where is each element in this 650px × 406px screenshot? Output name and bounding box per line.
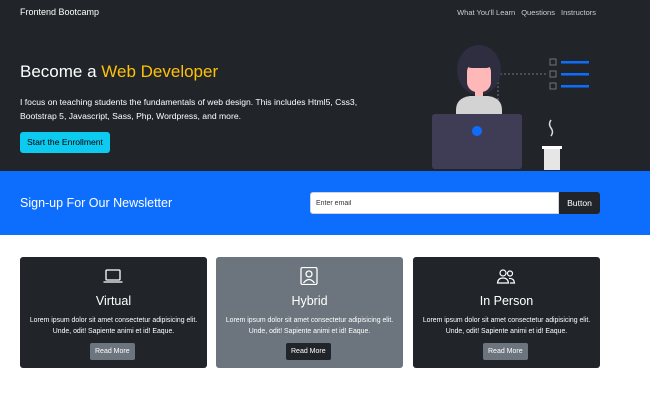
laptop-icon — [103, 269, 123, 283]
people-icon — [496, 269, 516, 284]
start-enrollment-button[interactable]: Start the Enrollment — [20, 132, 110, 153]
newsletter-title: Sign-up For Our Newsletter — [20, 196, 173, 210]
card-title: Hybrid — [291, 294, 328, 308]
newsletter-submit-button[interactable]: Button — [559, 192, 600, 214]
read-more-button[interactable]: Read More — [286, 343, 331, 360]
newsletter-section: Sign-up For Our Newsletter Button — [0, 171, 650, 235]
person-square-icon — [300, 267, 318, 285]
card-text: Lorem ipsum dolor sit amet consectetur a… — [29, 317, 198, 335]
brand-link[interactable]: Frontend Bootcamp — [20, 7, 99, 17]
nav-link-instructors[interactable]: Instructors — [561, 8, 596, 17]
hero-description: I focus on teaching students the fundame… — [20, 97, 358, 121]
read-more-button[interactable]: Read More — [483, 343, 528, 360]
card-virtual: Virtual Lorem ipsum dolor sit amet conse… — [20, 257, 207, 368]
navbar: Frontend Bootcamp What You'll Learn Ques… — [0, 0, 650, 26]
card-hybrid: Hybrid Lorem ipsum dolor sit amet consec… — [216, 257, 403, 368]
email-field[interactable] — [310, 192, 559, 214]
card-text: Lorem ipsum dolor sit amet consectetur a… — [225, 317, 394, 335]
hero-title-accent: Web Developer — [101, 62, 219, 81]
card-title: In Person — [479, 294, 534, 308]
card-text: Lorem ipsum dolor sit amet consectetur a… — [422, 317, 591, 335]
hero-title: Become a Web Developer — [20, 62, 218, 82]
card-title: Virtual — [95, 294, 132, 308]
nav-link-questions[interactable]: Questions — [521, 8, 555, 17]
hero-section: Become a Web Developer I focus on teachi… — [0, 26, 650, 171]
nav-link-what-youll-learn[interactable]: What You'll Learn — [457, 8, 515, 17]
card-in-person: In Person Lorem ipsum dolor sit amet con… — [413, 257, 600, 368]
nav-links: What You'll Learn Questions Instructors — [457, 8, 596, 17]
read-more-button[interactable]: Read More — [90, 343, 135, 360]
teacher-laptop-illustration — [432, 45, 589, 170]
hero-title-prefix: Become a — [20, 62, 102, 81]
